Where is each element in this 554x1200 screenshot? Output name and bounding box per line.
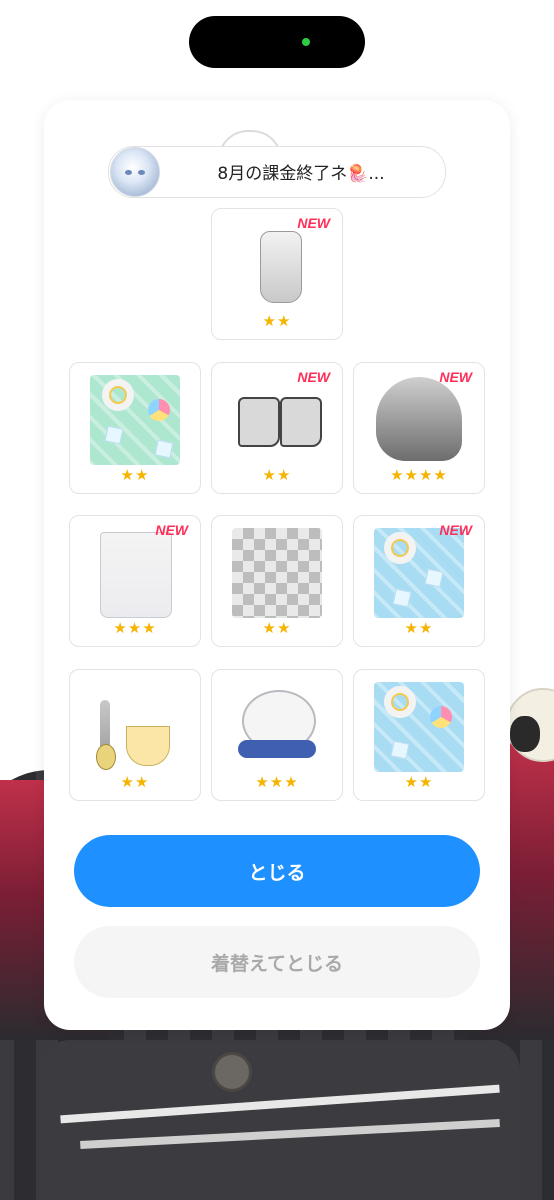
rarity-stars: ★★: [262, 619, 292, 637]
item-tile-background[interactable]: ★★: [69, 362, 201, 494]
new-badge: NEW: [297, 369, 330, 385]
swim-ring-icon: [102, 379, 134, 411]
scarf-icon: [238, 740, 316, 758]
rarity-stars: ★★: [404, 773, 434, 791]
hair-icon: [376, 377, 462, 461]
avatar-eye: [138, 170, 145, 175]
change-and-close-button[interactable]: 着替えてとじる: [74, 926, 480, 998]
rarity-stars: ★★: [120, 466, 150, 484]
rarity-stars: ★★★: [113, 619, 157, 637]
glove-icon: [260, 231, 302, 303]
new-badge: NEW: [439, 522, 472, 538]
rarity-stars: ★★★★: [390, 466, 448, 484]
avatar-eye: [125, 170, 132, 175]
camera-indicator-dot: [302, 38, 310, 46]
title-text: 8月の課金終了ネ: [217, 164, 348, 184]
item-tile-sky-background[interactable]: NEW ★★: [353, 515, 485, 647]
item-tile-skirt[interactable]: NEW ★★★: [69, 515, 201, 647]
item-tile-checker-background[interactable]: ★★: [211, 515, 343, 647]
jellyfish-icon: 🪼: [347, 164, 369, 184]
sandal-icon: [238, 397, 280, 447]
swim-ring-icon: [384, 686, 416, 718]
swim-ring-background-icon: [90, 375, 180, 465]
skirt-icon: [100, 532, 172, 618]
spoon-head-icon: [96, 744, 116, 770]
rarity-stars: ★★: [262, 466, 292, 484]
page-title: 8月の課金終了ネ🪼...: [170, 159, 432, 184]
shaved-ice-cup-icon: [126, 726, 170, 766]
rarity-stars: ★★★: [255, 773, 299, 791]
sandal-icon: [280, 397, 322, 447]
sheep-face: [510, 716, 540, 752]
beach-ball-icon: [148, 399, 170, 421]
ice-cube-icon: [104, 425, 124, 445]
checker-background-icon: [232, 528, 322, 618]
rarity-stars: ★★: [404, 619, 434, 637]
coat-button: [212, 1052, 252, 1092]
item-tile-sky-background-2[interactable]: ★★: [353, 669, 485, 801]
rarity-stars: ★★: [120, 773, 150, 791]
new-badge: NEW: [297, 215, 330, 231]
swim-ring-background-icon: [374, 528, 464, 618]
new-badge: NEW: [439, 369, 472, 385]
new-badge: NEW: [155, 522, 188, 538]
swim-ring-background-icon: [374, 682, 464, 772]
item-tile-hair[interactable]: NEW ★★★★: [353, 362, 485, 494]
ice-cube-icon: [390, 740, 410, 760]
rarity-stars: ★★: [262, 312, 292, 330]
item-tile-sandals[interactable]: NEW ★★: [211, 362, 343, 494]
ice-cube-icon: [154, 439, 174, 459]
beach-ball-icon: [430, 706, 452, 728]
item-tile-seal[interactable]: ★★★: [211, 669, 343, 801]
item-tile-glove[interactable]: NEW ★★: [211, 208, 343, 340]
item-tile-shaved-ice[interactable]: ★★: [69, 669, 201, 801]
ice-cube-icon: [424, 568, 444, 588]
character-collar: [40, 1040, 520, 1200]
close-button[interactable]: とじる: [74, 835, 480, 907]
title-ellipsis: ...: [368, 164, 385, 184]
swim-ring-icon: [384, 532, 416, 564]
ice-cube-icon: [392, 588, 412, 608]
avatar: [110, 147, 160, 197]
dynamic-island: [189, 16, 365, 68]
